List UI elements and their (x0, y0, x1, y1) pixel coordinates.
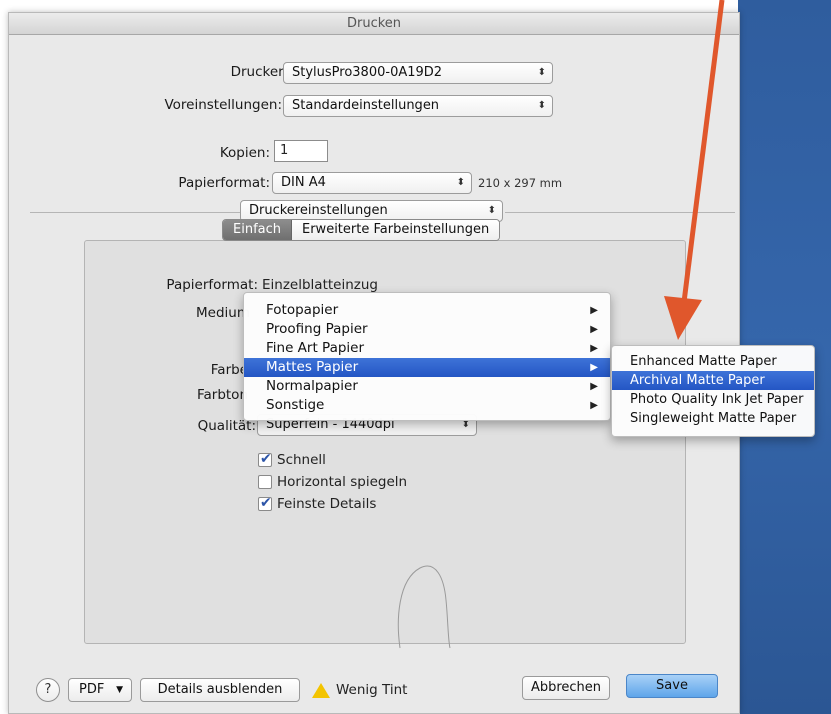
paper-format-value: DIN A4 (281, 175, 326, 190)
low-ink-warning: Wenig Tint (336, 682, 408, 698)
tab-bar: Einfach Erweiterte Farbeinstellungen (222, 219, 501, 241)
window-title: Drucken (9, 13, 739, 35)
copies-field[interactable]: 1 (274, 140, 328, 162)
panel-paper-format-label: Papierformat: (166, 277, 258, 293)
checkbox-schnell[interactable]: Schnell (258, 451, 326, 468)
help-button[interactable]: ? (36, 678, 60, 702)
updown-chevron-icon: ⬍ (456, 177, 465, 188)
updown-chevron-icon: ⬍ (487, 205, 496, 216)
panel-paper-format-value: Einzelblatteinzug (262, 277, 378, 293)
section-value: Druckereinstellungen (249, 203, 388, 218)
submenu-arrow-icon: ▶ (590, 324, 598, 335)
menu-item-label: Normalpapier (266, 378, 358, 394)
checkbox-horizontal-spiegeln[interactable]: Horizontal spiegeln (258, 474, 407, 490)
color-label: Farbe (210, 362, 248, 378)
menu-item-label: Fotopapier (266, 302, 339, 318)
menu-item-label: Mattes Papier (266, 359, 359, 375)
checkbox-checked-icon[interactable] (258, 495, 272, 511)
submenu-item-singleweight-matte-paper[interactable]: Singleweight Matte Paper (612, 409, 814, 428)
tab-erweiterte-farbeinstellungen[interactable]: Erweiterte Farbeinstellungen (292, 220, 500, 240)
updown-chevron-icon: ⬍ (537, 100, 546, 111)
dropdown-arrow-icon: ▼ (116, 685, 123, 695)
menu-item-label: Sonstige (266, 397, 325, 413)
checkbox-unchecked-icon[interactable] (258, 475, 272, 489)
updown-chevron-icon: ⬍ (537, 67, 546, 78)
checkbox-label: Schnell (277, 452, 326, 468)
copies-label: Kopien: (219, 145, 270, 161)
printer-value: StylusPro3800-0A19D2 (292, 65, 443, 80)
submenu-item-archival-matte-paper[interactable]: Archival Matte Paper (612, 371, 814, 390)
submenu-item-photo-quality-ink-jet-paper[interactable]: Photo Quality Ink Jet Paper (612, 390, 814, 409)
cancel-button[interactable]: Abbrechen (522, 676, 610, 700)
printer-label: Drucker: (230, 64, 288, 80)
submenu-arrow-icon: ▶ (590, 343, 598, 354)
menu-item-proofing-papier[interactable]: Proofing Papier ▶ (244, 320, 610, 339)
paper-format-label: Papierformat: (178, 175, 270, 191)
checkbox-label: Horizontal spiegeln (277, 474, 408, 490)
tab-einfach[interactable]: Einfach (223, 220, 292, 240)
medium-menu: Fotopapier ▶ Proofing Papier ▶ Fine Art Pa… (243, 292, 611, 421)
checkbox-label: Feinste Details (277, 496, 377, 512)
menu-item-label: Fine Art Papier (266, 340, 365, 356)
separator (30, 212, 240, 213)
submenu-arrow-icon: ▶ (590, 381, 598, 392)
details-toggle-button[interactable]: Details ausblenden (140, 678, 300, 702)
printer-popup[interactable]: StylusPro3800-0A19D2 ⬍ (283, 62, 553, 84)
submenu-item-enhanced-matte-paper[interactable]: Enhanced Matte Paper (612, 352, 814, 371)
paper-size-readout: 210 x 297 mm (478, 176, 563, 190)
presets-popup[interactable]: Standardeinstellungen ⬍ (283, 95, 553, 117)
menu-item-fine-art-papier[interactable]: Fine Art Papier ▶ (244, 339, 610, 358)
quality-label: Qualität: (197, 418, 256, 434)
menu-item-label: Proofing Papier (266, 321, 368, 337)
checkbox-checked-icon[interactable] (258, 451, 272, 467)
matte-paper-submenu: Enhanced Matte Paper Archival Matte Pape… (611, 345, 815, 437)
pdf-label: PDF (79, 682, 105, 697)
presets-value: Standardeinstellungen (292, 98, 440, 113)
submenu-arrow-icon: ▶ (590, 362, 598, 373)
paper-format-popup[interactable]: DIN A4 ⬍ (272, 172, 472, 194)
save-button[interactable]: Save (626, 674, 718, 698)
checkbox-feinste-details[interactable]: Feinste Details (258, 495, 377, 512)
preview-sketch (397, 565, 451, 649)
submenu-arrow-icon: ▶ (590, 305, 598, 316)
separator (505, 212, 735, 213)
warning-icon (312, 683, 330, 698)
menu-item-sonstige[interactable]: Sonstige ▶ (244, 396, 610, 415)
submenu-arrow-icon: ▶ (590, 400, 598, 411)
tone-label: Farbton (196, 387, 248, 403)
menu-item-fotopapier[interactable]: Fotopapier ▶ (244, 301, 610, 320)
presets-label: Voreinstellungen: (164, 97, 282, 113)
pdf-button[interactable]: PDF ▼ (68, 678, 132, 702)
menu-item-mattes-papier[interactable]: Mattes Papier ▶ (244, 358, 610, 377)
medium-label: Medium (196, 305, 250, 321)
menu-item-normalpapier[interactable]: Normalpapier ▶ (244, 377, 610, 396)
